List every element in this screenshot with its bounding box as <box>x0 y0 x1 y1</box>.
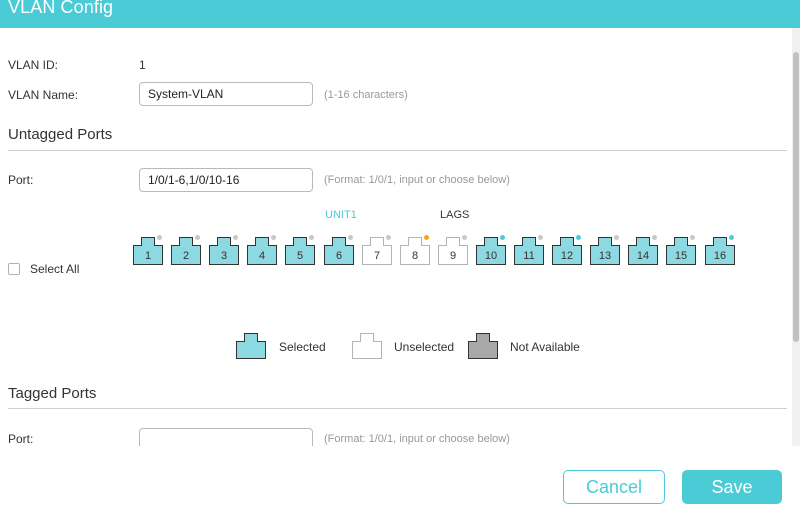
port-number: 2 <box>182 250 190 262</box>
vlan-name-hint: (1-16 characters) <box>324 89 408 101</box>
port-8[interactable]: 8 <box>400 235 430 265</box>
scrollbar-thumb[interactable] <box>793 52 799 342</box>
untagged-section-divider <box>8 150 787 151</box>
lags-tab[interactable]: LAGS <box>440 209 469 221</box>
port-4[interactable]: 4 <box>247 235 277 265</box>
port-status-led-icon <box>386 235 391 240</box>
unit1-tab[interactable]: UNIT1 <box>325 209 357 221</box>
tagged-port-hint: (Format: 1/0/1, input or choose below) <box>324 433 510 445</box>
dialog-titlebar: VLAN Config <box>0 0 800 28</box>
port-number: 3 <box>220 250 228 262</box>
port-15[interactable]: 15 <box>666 235 696 265</box>
port-status-led-icon <box>233 235 238 240</box>
port-status-led-icon <box>614 235 619 240</box>
selected-port-legend-icon <box>236 333 266 359</box>
tagged-ports-heading: Tagged Ports <box>8 385 97 402</box>
tagged-section-divider <box>8 408 787 409</box>
port-status-led-icon <box>576 235 581 240</box>
port-status-led-icon <box>729 235 734 240</box>
port-16[interactable]: 16 <box>705 235 735 265</box>
tagged-port-label: Port: <box>8 432 34 446</box>
port-number: 6 <box>335 250 343 262</box>
port-number: 1 <box>144 250 152 262</box>
port-13[interactable]: 13 <box>590 235 620 265</box>
port-number: 4 <box>258 250 266 262</box>
port-status-led-icon <box>652 235 657 240</box>
vlan-id-label: VLAN ID: <box>8 58 59 72</box>
port-1[interactable]: 1 <box>133 235 163 265</box>
select-all[interactable]: Select All <box>8 262 79 276</box>
dialog-footer <box>0 446 800 516</box>
select-all-checkbox[interactable] <box>8 263 20 275</box>
port-12[interactable]: 12 <box>552 235 582 265</box>
save-button[interactable]: Save <box>682 470 782 504</box>
untagged-ports-heading: Untagged Ports <box>8 126 113 143</box>
port-status-led-icon <box>271 235 276 240</box>
port-number: 7 <box>373 250 381 262</box>
port-6[interactable]: 6 <box>324 235 354 265</box>
port-status-led-icon <box>348 235 353 240</box>
port-2[interactable]: 2 <box>171 235 201 265</box>
port-number: 8 <box>411 250 419 262</box>
port-7[interactable]: 7 <box>362 235 392 265</box>
legend-selected-label: Selected <box>279 340 326 354</box>
port-status-led-icon <box>690 235 695 240</box>
untagged-port-label: Port: <box>8 173 34 187</box>
port-status-led-icon <box>500 235 505 240</box>
port-10[interactable]: 10 <box>476 235 506 265</box>
legend-unselected-label: Unselected <box>394 340 455 354</box>
unavailable-port-legend-icon <box>468 333 498 359</box>
port-status-led-icon <box>195 235 200 240</box>
port-number: 15 <box>674 250 688 262</box>
port-number: 12 <box>560 250 574 262</box>
port-number: 11 <box>523 250 535 262</box>
port-11[interactable]: 11 <box>514 235 544 265</box>
vlan-name-input[interactable] <box>139 82 313 106</box>
port-3[interactable]: 3 <box>209 235 239 265</box>
port-number: 13 <box>598 250 612 262</box>
untagged-port-hint: (Format: 1/0/1, input or choose below) <box>324 174 510 186</box>
port-number: 14 <box>636 250 650 262</box>
port-status-led-icon <box>309 235 314 240</box>
vertical-scrollbar[interactable] <box>792 28 800 448</box>
select-all-label: Select All <box>30 262 80 276</box>
unselected-port-legend-icon <box>352 333 382 359</box>
vlan-name-label: VLAN Name: <box>8 88 79 102</box>
port-9[interactable]: 9 <box>438 235 468 265</box>
port-14[interactable]: 14 <box>628 235 658 265</box>
port-number: 16 <box>713 250 727 262</box>
vlan-id-value: 1 <box>139 58 146 72</box>
port-5[interactable]: 5 <box>285 235 315 265</box>
port-number: 9 <box>449 250 457 262</box>
port-status-led-icon <box>538 235 543 240</box>
port-status-led-icon <box>462 235 467 240</box>
port-number: 5 <box>296 250 304 262</box>
port-number: 10 <box>484 250 498 262</box>
port-status-led-icon <box>157 235 162 240</box>
dialog-title: VLAN Config <box>8 0 114 17</box>
port-status-led-icon <box>424 235 429 240</box>
cancel-button[interactable]: Cancel <box>563 470 665 504</box>
untagged-port-input[interactable] <box>139 168 313 192</box>
legend-not-available-label: Not Available <box>510 340 580 354</box>
